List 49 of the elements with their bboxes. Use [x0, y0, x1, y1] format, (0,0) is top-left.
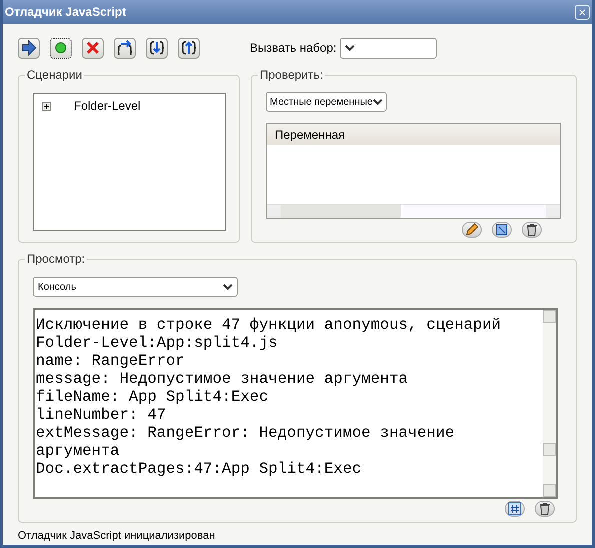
- scope-dropdown[interactable]: Местные переменные: [266, 92, 387, 112]
- chevron-down-icon: [223, 284, 233, 290]
- dot-icon: [53, 40, 69, 56]
- console-line: fileName: App Split4:Exec: [36, 388, 270, 406]
- chevron-down-icon: [345, 44, 355, 52]
- console-line: Folder-Level:App:split4.js: [36, 334, 279, 352]
- action-button[interactable]: [462, 222, 482, 238]
- step-over-icon: [117, 40, 133, 56]
- status-text: Отладчик JavaScript инициализирован: [18, 529, 216, 544]
- plus-icon: [44, 104, 49, 108]
- toolbar-button[interactable]: [50, 38, 72, 58]
- group-title: Проверить:: [258, 68, 326, 82]
- action-button[interactable]: [492, 222, 512, 238]
- group-title: Просмотр:: [25, 252, 88, 266]
- hash-icon: [508, 502, 522, 516]
- console-line: name: RangeError: [36, 352, 186, 370]
- call-stack-dropdown[interactable]: [340, 38, 437, 58]
- window-title: Отладчик JavaScript: [5, 4, 126, 21]
- expand-toggle[interactable]: [42, 102, 51, 110]
- console-line: Исключение в строке 47 функции anonymous, сценарий: [36, 316, 502, 334]
- column-header[interactable]: Переменная: [267, 124, 560, 145]
- chevron-down-icon: [373, 98, 383, 106]
- call-stack-label: Вызвать набор:: [250, 40, 338, 57]
- close-button[interactable]: ×: [575, 4, 590, 20]
- close-icon: [85, 40, 101, 56]
- action-button[interactable]: [535, 501, 555, 517]
- vertical-scrollbar[interactable]: [543, 310, 556, 497]
- trash-icon: [525, 223, 539, 237]
- horizontal-scrollbar[interactable]: [267, 204, 560, 218]
- trash-icon: [538, 502, 552, 516]
- step-out-icon: [181, 40, 197, 56]
- toolbar-button[interactable]: [178, 38, 200, 58]
- square-icon: [495, 223, 509, 237]
- step-into-icon: [149, 40, 165, 56]
- console-line: extMessage: RangeError: Недопустимое значение: [36, 424, 456, 442]
- toolbar-button[interactable]: [146, 38, 168, 58]
- toolbar-button[interactable]: [114, 38, 136, 58]
- tree-item[interactable]: Folder-Level: [74, 97, 141, 115]
- action-button[interactable]: [522, 222, 542, 238]
- console-line: Doc.extractPages:47:App Split4:Exec: [36, 460, 363, 478]
- toolbar-button[interactable]: [18, 38, 40, 58]
- group-title: Сценарии: [25, 68, 84, 82]
- console-line: аргумента: [36, 442, 121, 460]
- pencil-icon: [465, 223, 479, 237]
- action-button[interactable]: [505, 501, 525, 517]
- console-line: lineNumber: 47: [36, 406, 168, 424]
- view-dropdown[interactable]: Консоль: [33, 277, 238, 297]
- console-line: message: Недопустимое значение аргумента: [36, 370, 410, 388]
- arrow-right-icon: [21, 40, 37, 56]
